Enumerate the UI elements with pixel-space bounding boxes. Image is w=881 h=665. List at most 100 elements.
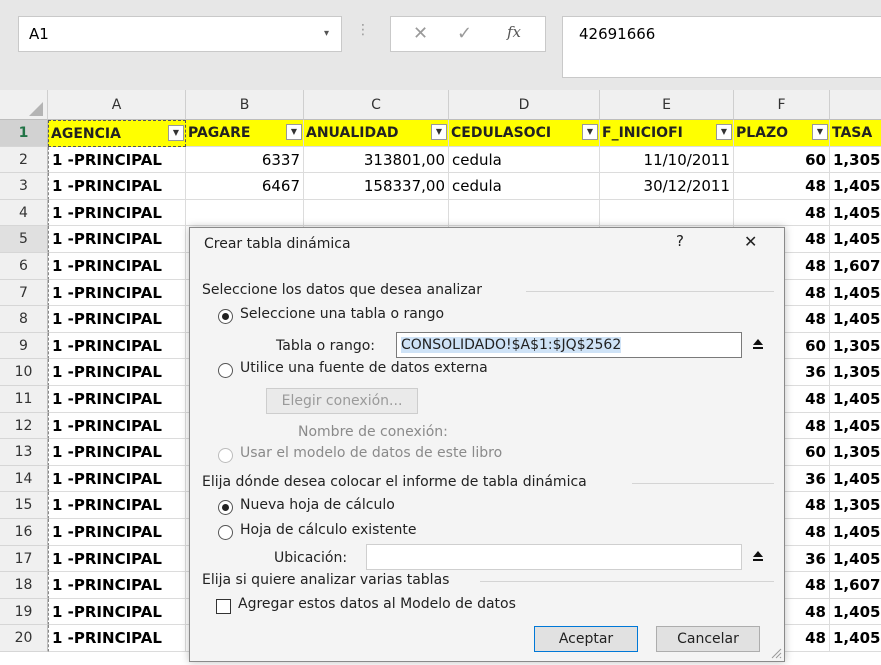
resize-grip-icon[interactable]: [770, 647, 782, 659]
row-header[interactable]: 16: [0, 519, 48, 546]
cell-tasa[interactable]: 1,405: [830, 466, 881, 493]
row-header[interactable]: 18: [0, 572, 48, 599]
column-header-b[interactable]: B: [186, 90, 304, 120]
cell-tasa[interactable]: 1,305: [830, 147, 881, 174]
cell-agencia[interactable]: 1 -PRINCIPAL: [48, 332, 186, 360]
header-cell-tasa[interactable]: TASA: [830, 120, 881, 147]
cell-tasa[interactable]: 1,405: [830, 519, 881, 546]
cell-tasa[interactable]: 1,607: [830, 572, 881, 599]
insert-function-icon[interactable]: fx: [507, 23, 521, 41]
range-input[interactable]: CONSOLIDADO!$A$1:$JQ$2562: [396, 332, 742, 358]
header-cell-pagare[interactable]: PAGARE ▼: [186, 120, 304, 147]
cell-pagare[interactable]: [186, 199, 304, 227]
radio-external-source[interactable]: [218, 363, 233, 378]
chevron-down-icon[interactable]: ▾: [324, 28, 329, 39]
cell-tasa[interactable]: 1,405: [830, 386, 881, 413]
cell-agencia[interactable]: 1 -PRINCIPAL: [48, 146, 186, 174]
cell-agencia[interactable]: 1 -PRINCIPAL: [48, 439, 186, 466]
row-header[interactable]: 5: [0, 226, 48, 253]
cell-agencia[interactable]: 1 -PRINCIPAL: [48, 465, 186, 493]
cell-tasa[interactable]: 1,405: [830, 280, 881, 307]
cell-fecha[interactable]: [600, 199, 734, 227]
filter-dropdown-icon[interactable]: ▼: [168, 125, 184, 141]
row-header[interactable]: 6: [0, 253, 48, 280]
collapse-range-icon[interactable]: [746, 332, 770, 356]
column-header-e[interactable]: E: [600, 90, 734, 120]
add-to-data-model-checkbox[interactable]: [216, 599, 231, 614]
cell-agencia[interactable]: 1 -PRINCIPAL: [48, 226, 186, 253]
cell-agencia[interactable]: 1 -PRINCIPAL: [48, 625, 186, 652]
cell-tasa[interactable]: 1,405: [830, 306, 881, 333]
header-cell-plazo[interactable]: PLAZO ▼: [734, 120, 830, 147]
cancel-button[interactable]: Cancelar: [656, 626, 760, 652]
close-icon[interactable]: ✕: [744, 232, 757, 251]
cell-agencia[interactable]: 1 -PRINCIPAL: [48, 492, 186, 519]
row-header[interactable]: 4: [0, 199, 48, 227]
radio-existing-sheet[interactable]: [218, 525, 233, 540]
filter-dropdown-icon[interactable]: ▼: [431, 124, 447, 140]
cell-agencia[interactable]: 1 -PRINCIPAL: [48, 519, 186, 546]
cell-anualidad[interactable]: [304, 199, 449, 227]
location-input[interactable]: [366, 544, 742, 570]
cell-tasa[interactable]: 1,305: [830, 492, 881, 519]
cell-tasa[interactable]: 1,607: [830, 253, 881, 280]
header-cell-cedula[interactable]: CEDULASOCI ▼: [449, 120, 600, 147]
select-all-corner[interactable]: [0, 90, 48, 120]
ok-button[interactable]: Aceptar: [534, 626, 638, 652]
cell-agencia[interactable]: 1 -PRINCIPAL: [48, 359, 186, 386]
row-header[interactable]: 3: [0, 173, 48, 200]
choose-connection-button[interactable]: Elegir conexión...: [266, 388, 418, 414]
cell-pagare[interactable]: 6337: [186, 146, 304, 174]
radio-new-sheet[interactable]: [218, 500, 233, 515]
row-header[interactable]: 17: [0, 545, 48, 573]
cell-fecha[interactable]: 11/10/2011: [600, 146, 734, 174]
cell-agencia[interactable]: 1 -PRINCIPAL: [48, 545, 186, 573]
cell-agencia[interactable]: 1 -PRINCIPAL: [48, 199, 186, 227]
filter-dropdown-icon[interactable]: ▼: [286, 124, 302, 140]
cell-fecha[interactable]: 30/12/2011: [600, 173, 734, 200]
cell-agencia[interactable]: 1 -PRINCIPAL: [48, 412, 186, 440]
header-cell-agencia[interactable]: AGENCIA ▼: [48, 120, 186, 147]
row-header[interactable]: 10: [0, 359, 48, 386]
cell-agencia[interactable]: 1 -PRINCIPAL: [48, 173, 186, 200]
help-icon[interactable]: ?: [676, 232, 684, 250]
row-header[interactable]: 1: [0, 120, 48, 147]
header-cell-fecha[interactable]: F_INICIOFI ▼: [600, 120, 734, 147]
name-box[interactable]: A1 ▾: [18, 16, 342, 52]
collapse-location-icon[interactable]: [746, 544, 770, 568]
cell-agencia[interactable]: 1 -PRINCIPAL: [48, 253, 186, 280]
filter-dropdown-icon[interactable]: ▼: [716, 124, 732, 140]
cell-tasa[interactable]: 1,405: [830, 173, 881, 200]
cell-tasa[interactable]: 1,305: [830, 359, 881, 386]
cell-tasa[interactable]: 1,405: [830, 226, 881, 253]
row-header[interactable]: 15: [0, 492, 48, 519]
cancel-icon[interactable]: ✕: [413, 23, 428, 44]
cell-plazo[interactable]: 48: [734, 173, 830, 200]
cell-plazo[interactable]: 48: [734, 199, 830, 227]
drag-handle-icon[interactable]: ⋮: [356, 22, 370, 38]
radio-data-model[interactable]: [218, 448, 233, 463]
cell-tasa[interactable]: 1,305: [830, 439, 881, 466]
cell-tasa[interactable]: 1,405: [830, 413, 881, 440]
cell-tasa[interactable]: 1,405: [830, 625, 881, 652]
cell-agencia[interactable]: 1 -PRINCIPAL: [48, 306, 186, 333]
filter-dropdown-icon[interactable]: ▼: [582, 124, 598, 140]
cell-anualidad[interactable]: 313801,00: [304, 146, 449, 174]
row-header[interactable]: 9: [0, 332, 48, 360]
formula-input[interactable]: 42691666: [562, 16, 881, 78]
filter-dropdown-icon[interactable]: ▼: [812, 124, 828, 140]
cell-cedula[interactable]: cedula: [449, 146, 600, 174]
cell-plazo[interactable]: 60: [734, 146, 830, 174]
column-header-c[interactable]: C: [304, 90, 449, 120]
row-header[interactable]: 14: [0, 465, 48, 493]
row-header[interactable]: 13: [0, 439, 48, 466]
cell-agencia[interactable]: 1 -PRINCIPAL: [48, 598, 186, 626]
column-header-f[interactable]: F: [734, 90, 830, 120]
header-cell-anualidad[interactable]: ANUALIDAD ▼: [304, 120, 449, 147]
row-header[interactable]: 8: [0, 306, 48, 333]
cell-tasa[interactable]: 1,305: [830, 333, 881, 360]
cell-tasa[interactable]: 1,405: [830, 200, 881, 227]
cell-anualidad[interactable]: 158337,00: [304, 173, 449, 200]
column-header-a[interactable]: A: [48, 90, 186, 120]
row-header[interactable]: 20: [0, 625, 48, 652]
